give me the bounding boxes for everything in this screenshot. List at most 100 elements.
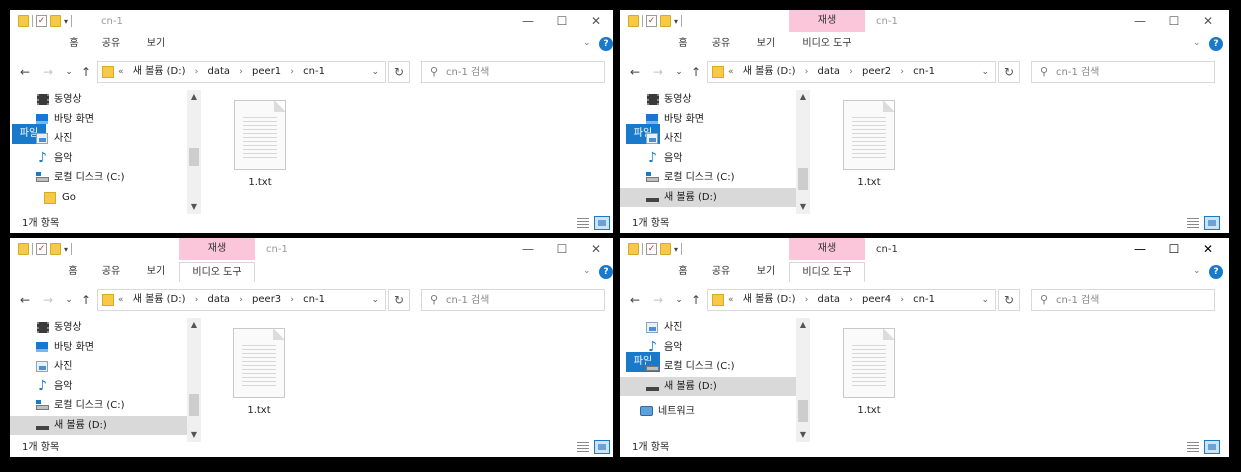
close-button[interactable]: ✕ (586, 13, 606, 29)
customize-toolbar-icon[interactable]: ▾ (674, 245, 678, 254)
tree-item-music[interactable]: ♪ 음악 (10, 377, 198, 397)
title-bar[interactable]: ✓ ▾ 재생 cn-1 — ☐ ✕ (620, 10, 1229, 32)
expand-ribbon-icon[interactable]: ⌄ (583, 266, 591, 276)
breadcrumb-separator[interactable]: › (195, 67, 199, 77)
breadcrumb-separator[interactable]: › (239, 295, 243, 305)
customize-toolbar-icon[interactable]: ▾ (64, 245, 68, 254)
breadcrumb-item[interactable]: peer3 (252, 294, 281, 305)
breadcrumb-separator[interactable]: › (290, 295, 294, 305)
scrollbar-thumb[interactable] (189, 148, 199, 166)
search-input[interactable] (446, 291, 586, 309)
tree-item-desktop[interactable]: 바탕 화면 (10, 338, 198, 358)
tree-item-videos[interactable]: 동영상 (620, 90, 808, 110)
tree-item-music[interactable]: ♪ 음악 (620, 338, 808, 358)
back-button[interactable]: ← (627, 291, 643, 309)
tree-item-music[interactable]: ♪ 음악 (10, 149, 198, 169)
forward-button[interactable]: → (40, 291, 56, 309)
address-dropdown-icon[interactable]: ⌄ (981, 290, 989, 310)
breadcrumb-item[interactable]: data (818, 294, 841, 305)
refresh-button[interactable]: ↻ (998, 61, 1020, 83)
breadcrumb-item[interactable]: peer1 (252, 66, 281, 77)
minimize-button[interactable]: — (1130, 241, 1150, 257)
properties-icon[interactable]: ✓ (36, 15, 47, 27)
tab-home[interactable]: 홈 (65, 262, 81, 282)
large-icons-view-icon[interactable] (594, 216, 610, 230)
scroll-down-icon[interactable]: ▼ (796, 200, 810, 214)
details-view-icon[interactable] (1187, 442, 1199, 452)
breadcrumb-separator[interactable]: › (900, 295, 904, 305)
breadcrumb-item[interactable]: cn-1 (913, 294, 935, 305)
search-box[interactable]: ⚲ (1031, 61, 1215, 83)
scroll-up-icon[interactable]: ▲ (796, 318, 810, 332)
help-icon[interactable]: ? (599, 265, 613, 279)
recent-locations-button[interactable]: ⌄ (671, 63, 687, 81)
search-input[interactable] (1056, 291, 1196, 309)
address-bar[interactable]: « 새 볼륨 (D:) › data › peer1 › cn-1 ⌄ (97, 61, 386, 83)
minimize-button[interactable]: — (1130, 13, 1150, 29)
file-item[interactable]: 1.txt (834, 100, 904, 188)
address-bar[interactable]: « 새 볼륨 (D:) › data › peer3 › cn-1 ⌄ (97, 289, 386, 311)
tree-item-pictures[interactable]: 사진 (10, 129, 198, 149)
tree-item-desktop[interactable]: 바탕 화면 (620, 110, 808, 130)
breadcrumb-separator[interactable]: › (195, 295, 199, 305)
search-input[interactable] (446, 63, 586, 81)
recent-locations-button[interactable]: ⌄ (671, 291, 687, 309)
refresh-button[interactable]: ↻ (998, 289, 1020, 311)
back-button[interactable]: ← (627, 63, 643, 81)
explorer-window-peer2[interactable]: ✓ ▾ 재생 cn-1 — ☐ ✕ 파일 홈 공유 보기 비디오 도구 ⌄ ? … (620, 10, 1229, 233)
up-button[interactable]: ↑ (688, 63, 704, 81)
forward-button[interactable]: → (650, 63, 666, 81)
tab-video-tools[interactable]: 비디오 도구 (792, 34, 862, 54)
up-button[interactable]: ↑ (688, 291, 704, 309)
file-item[interactable]: 1.txt (225, 100, 295, 188)
breadcrumb-separator[interactable]: › (849, 295, 853, 305)
tree-item-videos[interactable]: 동영상 (10, 318, 198, 338)
close-button[interactable]: ✕ (1198, 241, 1218, 257)
close-button[interactable]: ✕ (1198, 13, 1218, 29)
tab-view[interactable]: 보기 (141, 34, 171, 54)
tree-item-local-disk[interactable]: 로컬 디스크 (C:) (10, 168, 198, 188)
tab-view[interactable]: 보기 (751, 262, 781, 282)
tab-share[interactable]: 공유 (96, 34, 126, 54)
tree-item-local-disk[interactable]: 로컬 디스크 (C:) (620, 168, 808, 188)
tree-item-network[interactable]: 네트워크 (620, 402, 808, 422)
tree-item-new-volume[interactable]: 새 볼륨 (D:) (10, 415, 198, 435)
explorer-window-peer3[interactable]: ✓ ▾ 재생 cn-1 — ☐ ✕ 홈 공유 보기 비디오 도구 ⌄ ? ← →… (10, 238, 613, 457)
breadcrumb-separator[interactable]: › (805, 295, 809, 305)
breadcrumb-overflow[interactable]: « (728, 295, 734, 305)
large-icons-view-icon[interactable] (594, 440, 610, 454)
forward-button[interactable]: → (650, 291, 666, 309)
tree-item-new-volume[interactable]: 새 볼륨 (D:) (620, 376, 808, 396)
breadcrumb-item[interactable]: data (818, 66, 841, 77)
tab-play-context[interactable]: 재생 (789, 238, 865, 260)
explorer-window-peer4[interactable]: ✓ ▾ 재생 cn-1 — ☐ ✕ 파일 홈 공유 보기 비디오 도구 ⌄ ? … (620, 238, 1229, 457)
refresh-button[interactable]: ↻ (388, 61, 410, 83)
minimize-button[interactable]: — (518, 13, 538, 29)
title-bar[interactable]: ✓ ▾ 재생 cn-1 — ☐ ✕ (10, 238, 613, 260)
scrollbar-thumb[interactable] (798, 400, 808, 422)
breadcrumb-separator[interactable]: › (290, 67, 294, 77)
search-box[interactable]: ⚲ (1031, 289, 1215, 311)
address-dropdown-icon[interactable]: ⌄ (981, 62, 989, 82)
breadcrumb-separator[interactable]: › (849, 67, 853, 77)
tree-item-local-disk[interactable]: 로컬 디스크 (C:) (620, 357, 808, 377)
tree-item-desktop[interactable]: 바탕 화면 (10, 110, 198, 130)
properties-icon[interactable]: ✓ (36, 243, 47, 255)
tab-view[interactable]: 보기 (751, 34, 781, 54)
scroll-up-icon[interactable]: ▲ (187, 90, 201, 104)
maximize-button[interactable]: ☐ (1164, 13, 1184, 29)
breadcrumb-item[interactable]: peer4 (862, 294, 891, 305)
tab-play-context[interactable]: 재생 (179, 238, 255, 260)
recent-locations-button[interactable]: ⌄ (61, 63, 77, 81)
scroll-down-icon[interactable]: ▼ (187, 428, 201, 442)
search-input[interactable] (1056, 63, 1196, 81)
tree-item-pictures[interactable]: 사진 (620, 129, 808, 149)
refresh-button[interactable]: ↻ (388, 289, 410, 311)
up-button[interactable]: ↑ (78, 291, 94, 309)
tab-share[interactable]: 공유 (96, 262, 126, 282)
scrollbar-thumb[interactable] (189, 394, 199, 416)
explorer-window-peer1[interactable]: ✓ ▾ cn-1 — ☐ ✕ 파일 홈 공유 보기 ⌄ ? ← → ⌄ ↑ « … (10, 10, 613, 233)
back-button[interactable]: ← (17, 291, 33, 309)
breadcrumb-overflow[interactable]: « (118, 67, 124, 77)
breadcrumb-separator[interactable]: › (900, 67, 904, 77)
